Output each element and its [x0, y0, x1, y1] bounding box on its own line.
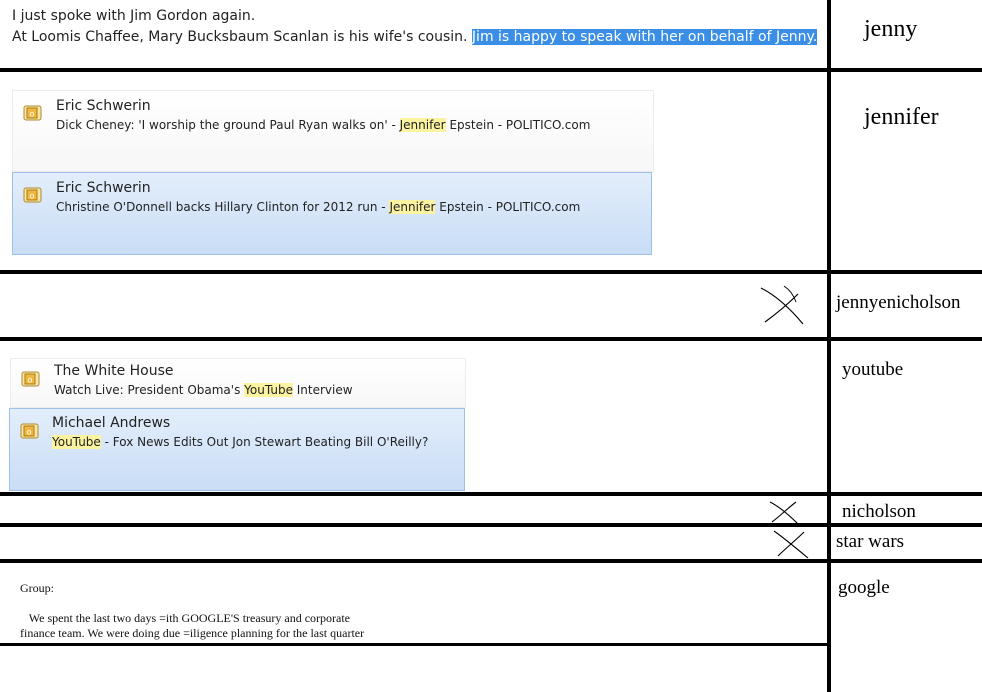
- selected-text[interactable]: Jim is happy to speak with her on behalf…: [471, 29, 818, 45]
- search-match-highlight: Jennifer: [399, 118, 446, 132]
- memo-line-2: finance team. We were doing due =iligenc…: [20, 626, 365, 640]
- keyword-jennifer: jennifer: [864, 104, 939, 130]
- svg-text:o: o: [28, 376, 33, 385]
- keyword-google: google: [838, 577, 890, 598]
- result-subject: YouTube - Fox News Edits Out Jon Stewart…: [52, 435, 429, 449]
- outlook-mail-icon: o: [21, 371, 40, 387]
- keyword-youtube: youtube: [842, 359, 904, 380]
- search-result-item[interactable]: o Eric Schwerin Dick Cheney: 'I worship …: [12, 90, 654, 172]
- result-sender: The White House: [54, 363, 174, 379]
- result-subject: Christine O'Donnell backs Hillary Clinto…: [56, 200, 581, 214]
- row-divider: [0, 492, 982, 496]
- row-divider: [0, 523, 982, 527]
- svg-text:o: o: [30, 110, 35, 119]
- keyword-jenny: jenny: [864, 16, 918, 42]
- row-divider: [0, 337, 982, 341]
- row-divider: [0, 643, 830, 646]
- note-text: At Loomis Chaffee, Mary Bucksbaum Scanla…: [12, 29, 468, 45]
- outlook-mail-icon: o: [20, 423, 39, 439]
- search-result-item-selected[interactable]: o Eric Schwerin Christine O'Donnell back…: [12, 172, 652, 255]
- result-sender: Michael Andrews: [52, 415, 171, 431]
- result-sender: Eric Schwerin: [56, 98, 151, 114]
- result-subject: Watch Live: President Obama's YouTube In…: [54, 383, 353, 397]
- column-divider: [827, 0, 831, 692]
- svg-text:o: o: [30, 192, 35, 201]
- memo-greeting: Group:: [20, 581, 54, 595]
- result-subject: Dick Cheney: 'I worship the ground Paul …: [56, 118, 591, 132]
- search-match-highlight: YouTube: [244, 383, 293, 397]
- search-match-highlight: Jennifer: [389, 200, 436, 214]
- x-mark-icon: [773, 530, 809, 559]
- search-result-item[interactable]: o The White House Watch Live: President …: [10, 358, 466, 408]
- row-divider: [0, 68, 982, 72]
- outlook-mail-icon: o: [23, 105, 42, 121]
- result-sender: Eric Schwerin: [56, 180, 151, 196]
- note-line-2[interactable]: At Loomis Chaffee, Mary Bucksbaum Scanla…: [12, 27, 818, 48]
- x-mark-icon: [760, 285, 804, 325]
- row-divider: [0, 559, 982, 563]
- row-divider: [0, 270, 982, 274]
- memo-line-1: We spent the last two days =ith GOOGLE'S…: [20, 611, 350, 625]
- keyword-jennyenicholson: jennyenicholson: [836, 292, 961, 313]
- keyword-nicholson: nicholson: [842, 501, 916, 522]
- x-mark-icon: [769, 501, 799, 525]
- svg-text:o: o: [27, 428, 32, 437]
- keyword-star-wars: star wars: [836, 531, 905, 552]
- note-line-1: I just spoke with Jim Gordon again.: [12, 8, 256, 24]
- outlook-mail-icon: o: [23, 187, 42, 203]
- search-match-highlight: YouTube: [52, 435, 101, 449]
- search-result-item-selected[interactable]: o Michael Andrews YouTube - Fox News Edi…: [9, 408, 465, 491]
